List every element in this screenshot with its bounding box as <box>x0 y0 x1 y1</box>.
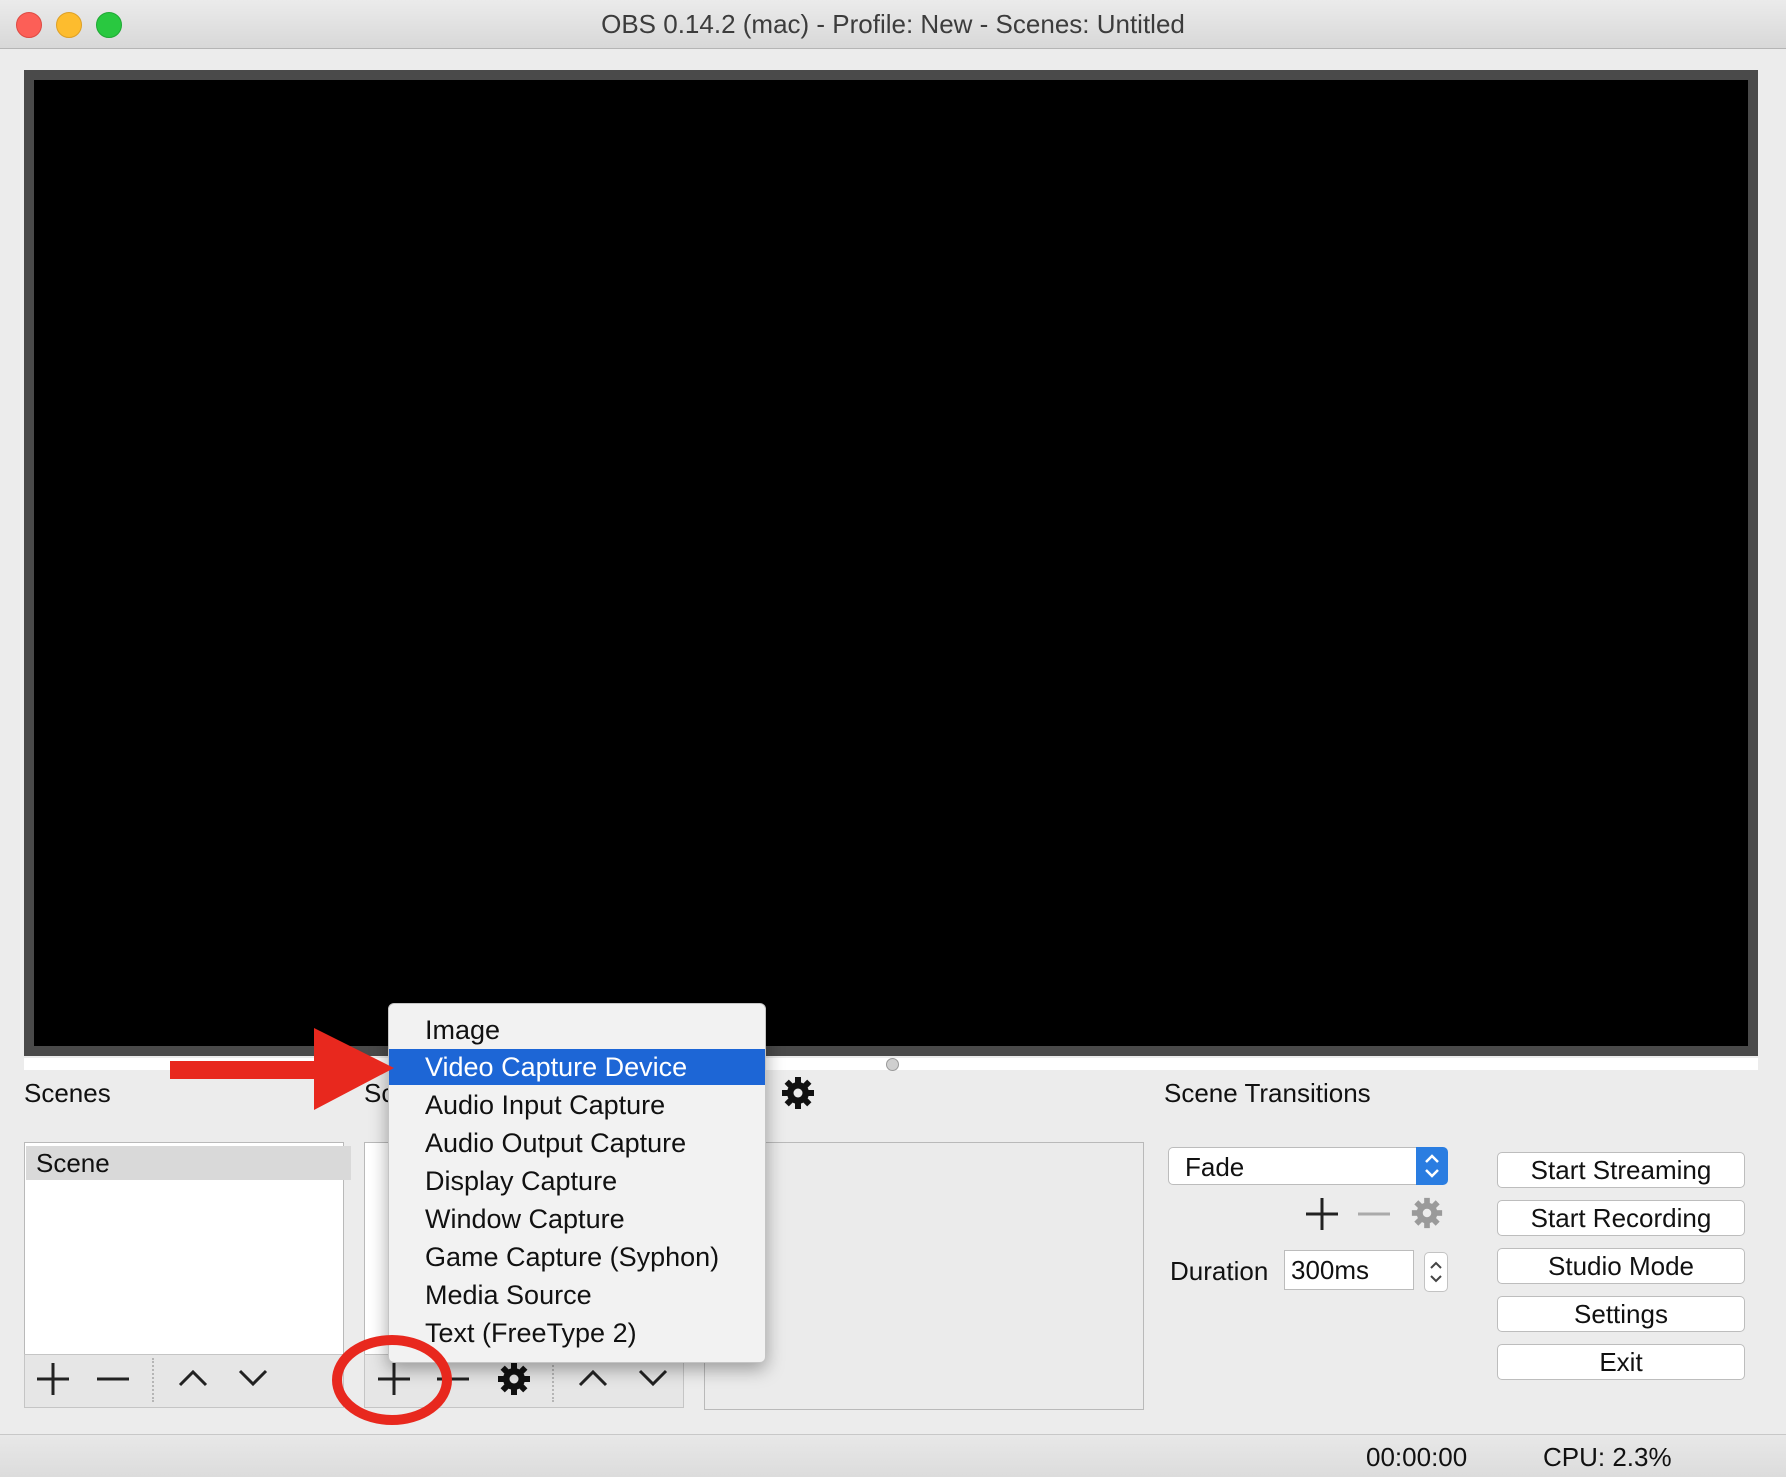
red-circle-annotation <box>332 1335 452 1425</box>
duration-stepper[interactable] <box>1424 1252 1448 1292</box>
start-streaming-button[interactable]: Start Streaming <box>1497 1152 1745 1188</box>
duration-input[interactable]: 300ms <box>1284 1250 1414 1290</box>
chevron-updown-icon <box>1425 1154 1439 1178</box>
chevron-down-icon <box>238 1369 268 1387</box>
start-recording-button[interactable]: Start Recording <box>1497 1200 1745 1236</box>
menu-item-video-capture-device[interactable]: Video Capture Device <box>389 1049 765 1085</box>
menu-item-display-capture[interactable]: Display Capture <box>389 1163 765 1199</box>
exit-button[interactable]: Exit <box>1497 1344 1745 1380</box>
transition-properties-button[interactable] <box>1410 1196 1450 1236</box>
transition-select-arrows[interactable] <box>1416 1147 1448 1185</box>
menu-item-audio-input-capture[interactable]: Audio Input Capture <box>389 1087 765 1123</box>
scene-transitions-title: Scene Transitions <box>1164 1078 1371 1108</box>
menu-item-image[interactable]: Image <box>389 1012 765 1048</box>
chevron-up-icon <box>178 1369 208 1387</box>
mixer-settings-button[interactable] <box>780 1075 816 1111</box>
transition-select[interactable]: Fade <box>1168 1147 1446 1185</box>
menu-item-window-capture[interactable]: Window Capture <box>389 1201 765 1237</box>
red-arrow-annotation <box>170 1028 394 1110</box>
add-scene-button[interactable] <box>28 1356 78 1402</box>
remove-transition-button[interactable] <box>1356 1196 1396 1236</box>
splitter-handle[interactable] <box>886 1058 899 1071</box>
plus-icon <box>1306 1198 1338 1230</box>
toolbar-separator <box>552 1358 554 1402</box>
duration-label: Duration <box>1170 1256 1269 1286</box>
gear-icon <box>1411 1197 1443 1229</box>
add-transition-button[interactable] <box>1304 1196 1344 1236</box>
chevron-up-icon <box>578 1369 608 1387</box>
add-source-menu: Image Video Capture Device Audio Input C… <box>388 1003 766 1363</box>
settings-button[interactable]: Settings <box>1497 1296 1745 1332</box>
status-bar <box>0 1434 1786 1477</box>
studio-mode-button[interactable]: Studio Mode <box>1497 1248 1745 1284</box>
preview-canvas[interactable] <box>34 80 1748 1046</box>
window-title: OBS 0.14.2 (mac) - Profile: New - Scenes… <box>601 9 1185 39</box>
scene-list-item[interactable]: Scene <box>26 1146 351 1180</box>
plus-icon <box>37 1363 69 1395</box>
chevron-down-icon <box>638 1369 668 1387</box>
mixer-panel <box>704 1142 1144 1410</box>
menu-item-audio-output-capture[interactable]: Audio Output Capture <box>389 1125 765 1161</box>
menu-item-game-capture-syphon[interactable]: Game Capture (Syphon) <box>389 1239 765 1275</box>
scenes-title: Scenes <box>24 1078 111 1108</box>
minus-icon <box>1358 1212 1390 1216</box>
timecode: 00:00:00 <box>1366 1442 1468 1472</box>
move-scene-down-button[interactable] <box>228 1356 278 1402</box>
minus-icon <box>97 1377 129 1381</box>
menu-item-media-source[interactable]: Media Source <box>389 1277 765 1313</box>
gear-icon <box>498 1363 530 1395</box>
toolbar-separator <box>152 1358 154 1402</box>
move-scene-up-button[interactable] <box>168 1356 218 1402</box>
remove-scene-button[interactable] <box>88 1356 138 1402</box>
gear-icon <box>782 1077 814 1109</box>
chevron-updown-icon <box>1430 1261 1442 1283</box>
cpu-usage: CPU: 2.3% <box>1543 1442 1672 1472</box>
